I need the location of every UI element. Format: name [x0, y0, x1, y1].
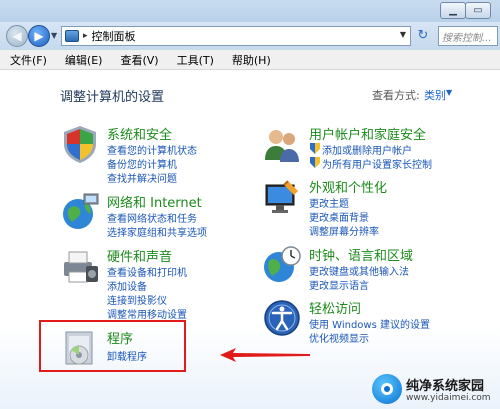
maximize-button[interactable]: ▭: [465, 2, 491, 19]
shield-icon[interactable]: [60, 124, 100, 164]
control-panel-icon: [65, 30, 79, 42]
refresh-icon: ↻: [417, 28, 429, 43]
menu-bar: 文件(F) 编辑(E) 查看(V) 工具(T) 帮助(H): [0, 50, 500, 70]
window-title-bar: ▁ ▭: [0, 0, 500, 22]
link-mobility-settings[interactable]: 调整常用移动设置: [107, 306, 187, 321]
printer-icon[interactable]: [60, 246, 100, 286]
recent-pages-dropdown-icon[interactable]: ▼: [51, 31, 57, 40]
search-placeholder: 搜索控制...: [442, 32, 492, 44]
menu-view[interactable]: 查看(V): [120, 52, 158, 68]
back-button[interactable]: ◀: [6, 25, 28, 47]
watermark-url: www.yidaimei.com: [406, 393, 491, 403]
address-dropdown-icon[interactable]: ▼: [400, 30, 406, 39]
link-troubleshoot[interactable]: 查找并解决问题: [107, 170, 177, 185]
link-desktop-background[interactable]: 更改桌面背景: [309, 209, 369, 224]
minimize-icon: ▁: [449, 5, 457, 16]
forward-arrow-icon: ▶: [34, 29, 44, 43]
category-title-system-security[interactable]: 系统和安全: [107, 124, 172, 143]
link-view-network-status[interactable]: 查看网络状态和任务: [107, 210, 197, 225]
link-screen-resolution[interactable]: 调整屏幕分辨率: [309, 223, 379, 238]
search-input[interactable]: 搜索控制...: [438, 26, 498, 46]
view-by-chevron-down-icon[interactable]: ▼: [446, 88, 452, 97]
back-arrow-icon: ◀: [12, 29, 22, 43]
watermark-name: 纯净系统家园: [406, 379, 485, 394]
link-change-display-language[interactable]: 更改显示语言: [309, 277, 369, 292]
minimize-button[interactable]: ▁: [440, 2, 466, 19]
appearance-icon[interactable]: [262, 177, 302, 217]
refresh-button[interactable]: ↻: [414, 28, 432, 44]
clock-globe-icon[interactable]: [262, 245, 302, 285]
menu-edit[interactable]: 编辑(E): [65, 52, 103, 68]
link-change-theme[interactable]: 更改主题: [309, 195, 349, 210]
view-by-dropdown[interactable]: 类别: [424, 87, 446, 103]
watermark: 纯净系统家园 www.yidaimei.com: [372, 372, 498, 408]
ease-of-access-icon[interactable]: [262, 298, 302, 338]
address-toolbar: ◀ ▶ ▼ ▸ 控制面板 ▼ ↻ 搜索控制...: [0, 22, 500, 50]
address-bar[interactable]: ▸ 控制面板 ▼: [61, 26, 411, 46]
menu-help[interactable]: 帮助(H): [232, 52, 271, 68]
category-title-user-accounts[interactable]: 用户帐户和家庭安全: [309, 124, 426, 143]
link-connect-projector[interactable]: 连接到投影仪: [107, 292, 167, 307]
category-title-hardware-sound[interactable]: 硬件和声音: [107, 246, 172, 265]
forward-button[interactable]: ▶: [28, 25, 50, 47]
link-parental-controls[interactable]: 为所有用户设置家长控制: [309, 156, 432, 171]
link-backup-computer[interactable]: 备份您的计算机: [107, 156, 177, 171]
link-view-computer-status[interactable]: 查看您的计算机状态: [107, 142, 197, 157]
pointer-arrow-icon: [220, 348, 310, 362]
category-title-appearance[interactable]: 外观和个性化: [309, 177, 387, 196]
link-recommended-settings[interactable]: 使用 Windows 建议的设置: [309, 316, 430, 331]
control-panel-content: 调整计算机的设置 查看方式: 类别 ▼ 系统和安全 查看您的计算机状态 备份您的…: [0, 70, 500, 409]
link-add-remove-accounts[interactable]: 添加或删除用户帐户: [309, 142, 412, 157]
link-optimize-display[interactable]: 优化视频显示: [309, 330, 369, 345]
link-add-device[interactable]: 添加设备: [107, 278, 147, 293]
menu-tools[interactable]: 工具(T): [177, 52, 214, 68]
category-title-network-internet[interactable]: 网络和 Internet: [107, 192, 202, 211]
menu-file[interactable]: 文件(F): [10, 52, 47, 68]
category-title-ease-of-access[interactable]: 轻松访问: [309, 298, 361, 317]
breadcrumb-separator-icon[interactable]: ▸: [83, 31, 88, 41]
link-homegroup-sharing[interactable]: 选择家庭组和共享选项: [107, 224, 207, 239]
link-change-input-methods[interactable]: 更改键盘或其他输入法: [309, 263, 409, 278]
link-devices-printers[interactable]: 查看设备和打印机: [107, 264, 187, 279]
programs-highlight-box: [39, 320, 186, 372]
watermark-logo-icon: [372, 374, 402, 404]
network-globe-icon[interactable]: [60, 192, 100, 232]
category-title-clock-language-region[interactable]: 时钟、语言和区域: [309, 245, 413, 264]
view-by-label: 查看方式:: [372, 89, 420, 102]
breadcrumb-control-panel[interactable]: 控制面板: [92, 28, 136, 44]
maximize-icon: ▭: [473, 5, 483, 16]
page-title: 调整计算机的设置: [60, 90, 165, 105]
users-icon[interactable]: [262, 124, 302, 164]
